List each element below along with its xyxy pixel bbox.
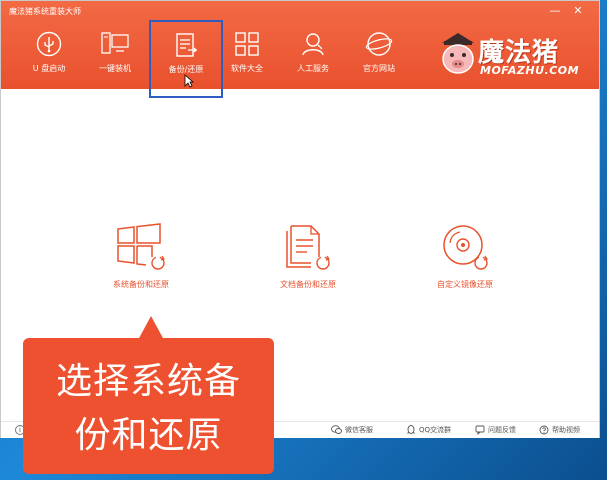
window-title: 魔法猪系统重装大师 <box>9 7 81 16</box>
help-video-link[interactable]: 帮助视频 <box>539 425 580 435</box>
qq-icon <box>407 425 415 434</box>
feedback-link[interactable]: 问题反馈 <box>475 425 516 436</box>
globe-icon <box>365 32 393 56</box>
callout-annotation: 选择系统备 份和还原 <box>23 338 274 474</box>
callout-pointer <box>138 316 164 340</box>
minimize-button[interactable]: — <box>548 5 562 17</box>
status-item-label: QQ交流群 <box>419 426 452 434</box>
callout-line-2: 份和还原 <box>74 415 223 456</box>
status-item-label: 帮助视频 <box>552 426 580 434</box>
close-button[interactable]: ✕ <box>571 5 585 17</box>
document-restore-icon <box>286 225 330 270</box>
callout-line-1: 选择系统备 <box>55 361 241 402</box>
grid-apps-icon <box>235 32 259 56</box>
brand-logo: 魔法猪 MOFAZHU.COM <box>438 31 590 79</box>
status-item-label: 微信客服 <box>345 426 373 434</box>
feature-label: 自定义镜像还原 <box>437 280 493 289</box>
usb-icon <box>36 31 62 57</box>
mouse-cursor-icon <box>184 74 194 88</box>
feature-document-backup[interactable]: 文档备份和还原 <box>248 223 368 290</box>
nav-label: 官方网站 <box>363 64 395 73</box>
wechat-support-link[interactable]: 微信客服 <box>331 425 373 435</box>
wechat-icon <box>331 425 342 434</box>
disc-image-icon <box>443 225 488 270</box>
nav-one-click-install[interactable]: 一键装机 <box>87 23 143 89</box>
qq-group-link[interactable]: QQ交流群 <box>406 425 451 435</box>
logo-english-text: MOFAZHU.COM <box>480 64 580 77</box>
help-icon <box>539 425 549 435</box>
nav-label: 人工服务 <box>297 64 329 73</box>
status-item-label: 问题反馈 <box>488 426 516 434</box>
backup-doc-icon <box>176 33 198 57</box>
windows-restore-icon <box>117 223 165 270</box>
nav-human-service[interactable]: 人工服务 <box>285 23 341 89</box>
feature-label: 系统备份和还原 <box>113 280 169 289</box>
nav-software[interactable]: 软件大全 <box>219 23 275 89</box>
feature-label: 文档备份和还原 <box>280 280 336 289</box>
nav-official-site[interactable]: 官方网站 <box>351 23 407 89</box>
nav-label: 软件大全 <box>231 64 263 73</box>
feature-system-backup[interactable]: 系统备份和还原 <box>81 223 201 290</box>
nav-usb-boot[interactable]: U 盘启动 <box>21 23 77 89</box>
feature-custom-image-restore[interactable]: 自定义镜像还原 <box>405 223 525 290</box>
nav-label: U 盘启动 <box>32 64 66 73</box>
nav-label: 一键装机 <box>99 64 131 73</box>
person-icon <box>302 33 324 56</box>
header-bar: 魔法猪系统重装大师 — ✕ U 盘启动 一键装机 备份/还原 软件大全 人工服务… <box>1 1 599 98</box>
desktop-icon <box>101 32 129 54</box>
pig-mascot-icon <box>442 33 474 74</box>
feedback-icon <box>475 425 485 436</box>
